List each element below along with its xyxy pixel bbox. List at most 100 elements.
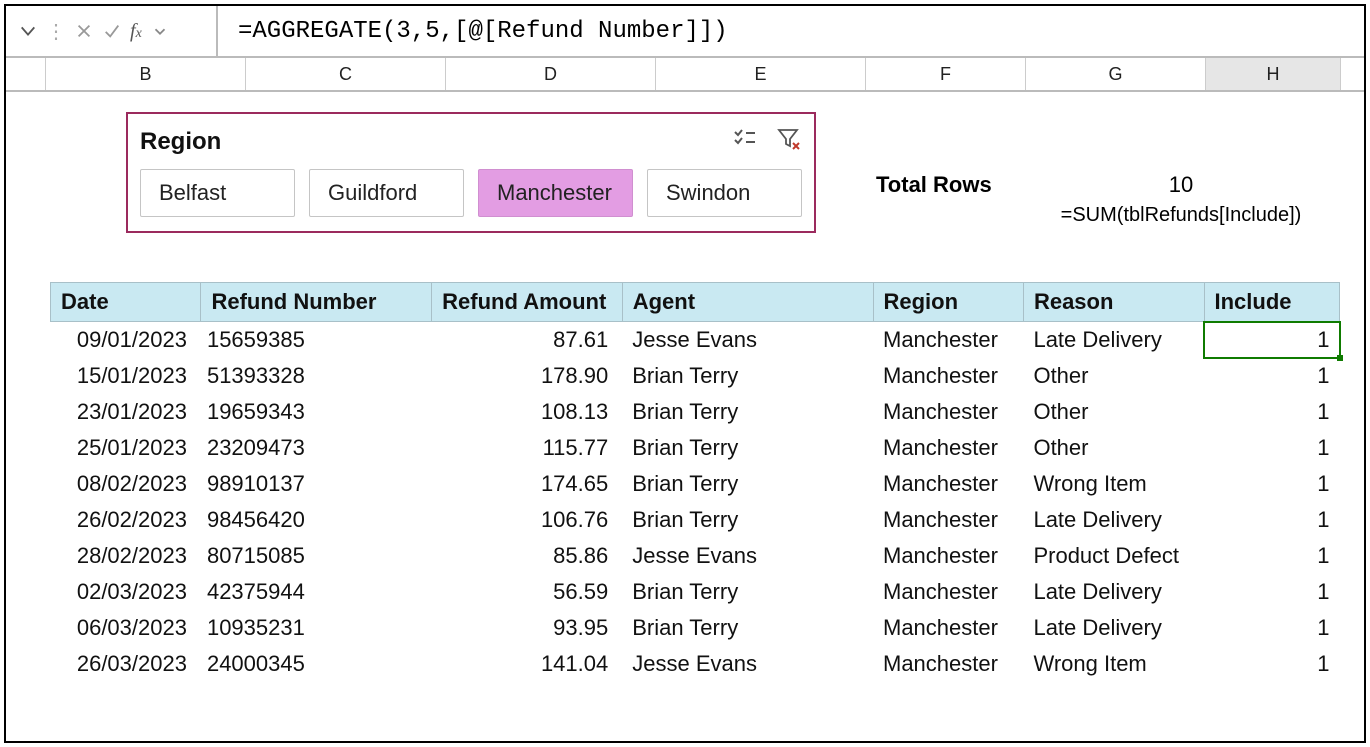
cell[interactable]: Manchester xyxy=(873,394,1023,430)
cell[interactable]: Other xyxy=(1023,358,1204,394)
cell[interactable]: 08/02/2023 xyxy=(51,466,201,502)
fx-label[interactable]: fx xyxy=(130,20,142,43)
cell[interactable]: 1 xyxy=(1204,322,1340,359)
cell[interactable]: 26/02/2023 xyxy=(51,502,201,538)
cell[interactable]: 23209473 xyxy=(201,430,432,466)
cell[interactable]: 15/01/2023 xyxy=(51,358,201,394)
cell[interactable]: Manchester xyxy=(873,610,1023,646)
cell[interactable]: Manchester xyxy=(873,322,1023,359)
cell[interactable]: Manchester xyxy=(873,466,1023,502)
col-refund-amount[interactable]: Refund Amount xyxy=(432,283,623,322)
table-row[interactable]: 09/01/20231565938587.61Jesse EvansManche… xyxy=(51,322,1340,359)
col-refund-number[interactable]: Refund Number xyxy=(201,283,432,322)
cell[interactable]: Other xyxy=(1023,394,1204,430)
col-agent[interactable]: Agent xyxy=(622,283,873,322)
chevron-down-icon[interactable] xyxy=(18,21,38,41)
cell[interactable]: Other xyxy=(1023,430,1204,466)
cell[interactable]: Brian Terry xyxy=(622,430,873,466)
col-date[interactable]: Date xyxy=(51,283,201,322)
table-row[interactable]: 23/01/202319659343108.13Brian TerryManch… xyxy=(51,394,1340,430)
cell[interactable]: Brian Terry xyxy=(622,466,873,502)
cell[interactable]: 1 xyxy=(1204,394,1340,430)
cell[interactable]: 56.59 xyxy=(432,574,623,610)
cell[interactable]: Wrong Item xyxy=(1023,646,1204,682)
cell[interactable]: Brian Terry xyxy=(622,358,873,394)
cell[interactable]: 10935231 xyxy=(201,610,432,646)
formula-input[interactable]: =AGGREGATE(3,5,[@[Refund Number]]) xyxy=(218,6,1364,56)
table-row[interactable]: 26/03/202324000345141.04Jesse EvansManch… xyxy=(51,646,1340,682)
cell[interactable]: Brian Terry xyxy=(622,502,873,538)
cell[interactable]: Manchester xyxy=(873,574,1023,610)
cell[interactable]: 141.04 xyxy=(432,646,623,682)
slicer-item-belfast[interactable]: Belfast xyxy=(140,169,295,217)
cell[interactable]: 1 xyxy=(1204,502,1340,538)
table-row[interactable]: 25/01/202323209473115.77Brian TerryManch… xyxy=(51,430,1340,466)
cell[interactable]: Late Delivery xyxy=(1023,610,1204,646)
cell[interactable]: Brian Terry xyxy=(622,610,873,646)
cell[interactable]: 1 xyxy=(1204,646,1340,682)
column-header[interactable]: D xyxy=(446,58,656,90)
cell[interactable]: Manchester xyxy=(873,358,1023,394)
cell[interactable]: 93.95 xyxy=(432,610,623,646)
cell[interactable]: Wrong Item xyxy=(1023,466,1204,502)
column-header[interactable]: E xyxy=(656,58,866,90)
table-row[interactable]: 06/03/20231093523193.95Brian TerryManche… xyxy=(51,610,1340,646)
col-region[interactable]: Region xyxy=(873,283,1023,322)
cell[interactable]: Brian Terry xyxy=(622,574,873,610)
cell[interactable]: Manchester xyxy=(873,538,1023,574)
cell[interactable]: 15659385 xyxy=(201,322,432,359)
cell[interactable]: 24000345 xyxy=(201,646,432,682)
cell[interactable]: Late Delivery xyxy=(1023,502,1204,538)
cell[interactable]: 108.13 xyxy=(432,394,623,430)
cell[interactable]: 1 xyxy=(1204,538,1340,574)
slicer-item-swindon[interactable]: Swindon xyxy=(647,169,802,217)
table-row[interactable]: 28/02/20238071508585.86Jesse EvansManche… xyxy=(51,538,1340,574)
cell[interactable]: Jesse Evans xyxy=(622,646,873,682)
worksheet-area[interactable]: Region Belfast Guildford Manchester Swin… xyxy=(6,92,1364,112)
cell[interactable]: 1 xyxy=(1204,466,1340,502)
cell[interactable]: 1 xyxy=(1204,574,1340,610)
cell[interactable]: Product Defect xyxy=(1023,538,1204,574)
slicer-item-manchester[interactable]: Manchester xyxy=(478,169,633,217)
column-header[interactable]: F xyxy=(866,58,1026,90)
cell[interactable]: 115.77 xyxy=(432,430,623,466)
cell[interactable]: Manchester xyxy=(873,502,1023,538)
cell[interactable]: 80715085 xyxy=(201,538,432,574)
chevron-down-small-icon[interactable] xyxy=(150,21,170,41)
column-header-selected[interactable]: H xyxy=(1206,58,1341,90)
column-header[interactable]: G xyxy=(1026,58,1206,90)
table-row[interactable]: 26/02/202398456420106.76Brian TerryManch… xyxy=(51,502,1340,538)
table-row[interactable]: 02/03/20234237594456.59Brian TerryManche… xyxy=(51,574,1340,610)
cell[interactable]: 1 xyxy=(1204,358,1340,394)
column-header[interactable]: C xyxy=(246,58,446,90)
cell[interactable]: 06/03/2023 xyxy=(51,610,201,646)
cell[interactable]: Jesse Evans xyxy=(622,538,873,574)
cell[interactable]: 174.65 xyxy=(432,466,623,502)
cell[interactable]: 98456420 xyxy=(201,502,432,538)
column-header[interactable]: B xyxy=(46,58,246,90)
multiselect-icon[interactable] xyxy=(732,126,758,157)
cell[interactable]: Manchester xyxy=(873,646,1023,682)
cell[interactable]: 106.76 xyxy=(432,502,623,538)
cell[interactable]: 178.90 xyxy=(432,358,623,394)
col-include[interactable]: Include xyxy=(1204,283,1340,322)
row-gutter[interactable] xyxy=(6,58,46,90)
cell[interactable]: Late Delivery xyxy=(1023,574,1204,610)
cell[interactable]: 1 xyxy=(1204,610,1340,646)
accept-icon[interactable] xyxy=(102,21,122,41)
table-row[interactable]: 08/02/202398910137174.65Brian TerryManch… xyxy=(51,466,1340,502)
cell[interactable]: 26/03/2023 xyxy=(51,646,201,682)
cell[interactable]: 1 xyxy=(1204,430,1340,466)
cell[interactable]: 25/01/2023 xyxy=(51,430,201,466)
cell[interactable]: 87.61 xyxy=(432,322,623,359)
cell[interactable]: 23/01/2023 xyxy=(51,394,201,430)
cell[interactable]: 51393328 xyxy=(201,358,432,394)
cell[interactable]: Manchester xyxy=(873,430,1023,466)
cancel-icon[interactable] xyxy=(74,21,94,41)
cell[interactable]: Jesse Evans xyxy=(622,322,873,359)
cell[interactable]: Late Delivery xyxy=(1023,322,1204,359)
cell[interactable]: 28/02/2023 xyxy=(51,538,201,574)
cell[interactable]: 42375944 xyxy=(201,574,432,610)
cell[interactable]: Brian Terry xyxy=(622,394,873,430)
cell[interactable]: 85.86 xyxy=(432,538,623,574)
